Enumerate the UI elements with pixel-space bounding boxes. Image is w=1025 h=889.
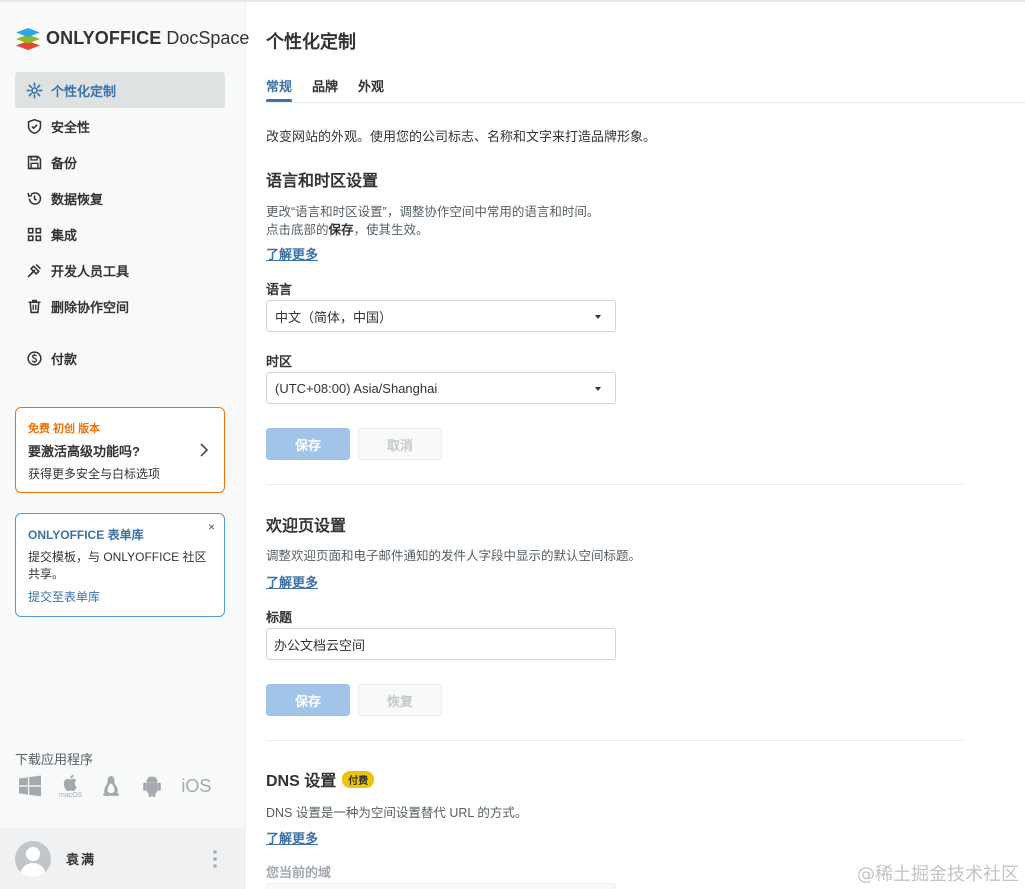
language-label: 语言 <box>266 282 293 297</box>
shield-icon <box>25 117 43 135</box>
language-select-value: 中文（简体，中国） <box>275 309 393 325</box>
upgrade-promo-card[interactable]: 免费 初创 版本 要激活高级功能吗? 获得更多安全与白标选项 <box>15 407 225 493</box>
settings-tabs: 常规 品牌 外观 <box>266 76 404 102</box>
timezone-select-value: (UTC+08:00) Asia/Shanghai <box>275 380 438 396</box>
floppy-icon <box>25 153 43 171</box>
sidebar-item-label: 备份 <box>51 155 78 171</box>
dns-learn-more-link[interactable]: 了解更多 <box>266 828 318 847</box>
language-select[interactable]: 中文（简体，中国） <box>266 300 616 332</box>
chevron-right-icon[interactable] <box>198 442 210 458</box>
chevron-down-icon <box>595 315 601 319</box>
sidebar-item-developer-tools[interactable]: 开发人员工具 <box>15 252 225 288</box>
user-name: 袁满 <box>66 852 97 867</box>
welcome-title-label: 标题 <box>266 610 293 625</box>
developer-tools-icon <box>25 261 43 279</box>
windows-icon[interactable] <box>18 774 42 798</box>
history-icon <box>25 189 43 207</box>
brand-name: ONLYOFFICE <box>46 27 162 48</box>
tabs-divider <box>266 102 1025 103</box>
watermark: @稀土掘金技术社区 <box>857 864 1019 885</box>
trash-icon <box>25 297 43 315</box>
sidebar-item-label: 个性化定制 <box>51 83 117 99</box>
brand-product: DocSpace <box>166 27 250 48</box>
promo-title: 要激活高级功能吗? <box>28 444 140 459</box>
tab-appearance[interactable]: 外观 <box>358 76 384 102</box>
sidebar-item-label: 集成 <box>51 227 78 243</box>
page-intro: 改变网站的外观。使用您的公司标志、名称和文字来打造品牌形象。 <box>266 129 657 144</box>
section-divider <box>266 484 964 485</box>
sidebar-item-delete-space[interactable]: 删除协作空间 <box>15 288 225 324</box>
sidebar: ONLYOFFICE DocSpace 个性化定制 安全性 备份 数据恢复 集成… <box>0 2 249 889</box>
promo-plan-badge: 免费 初创 版本 <box>28 423 101 435</box>
section-divider <box>266 740 964 741</box>
form-gallery-card: ONLYOFFICE 表单库 × 提交模板，与 ONLYOFFICE 社区共享。… <box>15 513 225 617</box>
welcome-restore-button[interactable]: 恢复 <box>358 684 442 716</box>
settings-nav: 个性化定制 安全性 备份 数据恢复 集成 开发人员工具 删除协作空间 付款 <box>15 72 225 376</box>
more-options-icon[interactable] <box>213 850 217 868</box>
tab-general[interactable]: 常规 <box>266 76 293 102</box>
user-profile[interactable]: 袁满 <box>0 828 245 889</box>
submit-to-gallery-link[interactable]: 提交至表单库 <box>28 588 212 605</box>
sidebar-item-integration[interactable]: 集成 <box>15 216 225 252</box>
android-icon[interactable] <box>140 774 164 798</box>
close-icon[interactable]: × <box>208 520 215 534</box>
main-content: 个性化定制 常规 品牌 外观 改变网站的外观。使用您的公司标志、名称和文字来打造… <box>266 2 1025 889</box>
avatar[interactable] <box>15 840 51 877</box>
welcome-section-description: 调整欢迎页面和电子邮件通知的发件人字段中显示的默认空间标题。 <box>266 549 642 563</box>
sidebar-item-restore[interactable]: 数据恢复 <box>15 180 225 216</box>
paid-badge: 付费 <box>342 771 375 788</box>
linux-icon[interactable] <box>99 774 123 798</box>
language-save-button[interactable]: 保存 <box>266 428 350 460</box>
welcome-section-title: 欢迎页设置 <box>266 518 347 535</box>
sidebar-item-security[interactable]: 安全性 <box>15 108 225 144</box>
form-gallery-title: ONLYOFFICE 表单库 <box>28 528 144 542</box>
current-domain-input <box>266 883 616 889</box>
welcome-title-value: 办公文档云空间 <box>274 637 366 653</box>
sidebar-item-label: 数据恢复 <box>51 191 104 207</box>
grid-icon <box>25 225 43 243</box>
language-section-description: 更改“语言和时区设置”，调整协作空间中常用的语言和时间。 点击底部的保存，使其生… <box>266 205 600 237</box>
sidebar-item-payments[interactable]: 付款 <box>15 340 225 376</box>
sidebar-item-backup[interactable]: 备份 <box>15 144 225 180</box>
promo-description: 获得更多安全与白标选项 <box>28 467 161 481</box>
download-apps-label: 下载应用程序 <box>15 752 94 767</box>
timezone-label: 时区 <box>266 354 293 369</box>
welcome-save-button[interactable]: 保存 <box>266 684 350 716</box>
current-domain-label: 您当前的域 <box>266 865 332 880</box>
page-title: 个性化定制 <box>266 32 356 52</box>
language-section-title: 语言和时区设置 <box>266 173 379 190</box>
sidebar-item-label: 付款 <box>51 351 78 367</box>
onlyoffice-logo-icon <box>16 28 40 50</box>
sidebar-item-customization[interactable]: 个性化定制 <box>15 72 225 108</box>
welcome-learn-more-link[interactable]: 了解更多 <box>266 572 318 591</box>
chevron-down-icon <box>595 387 601 391</box>
dollar-icon <box>25 349 43 367</box>
timezone-select[interactable]: (UTC+08:00) Asia/Shanghai <box>266 372 616 404</box>
dns-section-description: DNS 设置是一种为空间设置替代 URL 的方式。 <box>266 806 528 820</box>
gear-icon <box>25 81 43 99</box>
macos-label: macOS <box>59 792 83 799</box>
form-gallery-description: 提交模板，与 ONLYOFFICE 社区共享。 <box>28 550 207 581</box>
ios-label[interactable]: iOS <box>181 776 211 797</box>
tab-branding[interactable]: 品牌 <box>312 76 338 102</box>
language-cancel-button[interactable]: 取消 <box>358 428 442 460</box>
sidebar-item-label: 删除协作空间 <box>51 299 130 315</box>
sidebar-item-label: 开发人员工具 <box>51 263 130 279</box>
macos-icon[interactable]: macOS <box>59 773 82 799</box>
download-apps: macOS iOS <box>18 773 228 799</box>
app-logo[interactable]: ONLYOFFICE DocSpace <box>15 23 249 53</box>
dns-section-title: DNS 设置 付费 <box>266 767 375 791</box>
language-learn-more-link[interactable]: 了解更多 <box>266 244 318 263</box>
welcome-title-input[interactable]: 办公文档云空间 <box>266 628 616 660</box>
sidebar-item-label: 安全性 <box>51 119 91 135</box>
